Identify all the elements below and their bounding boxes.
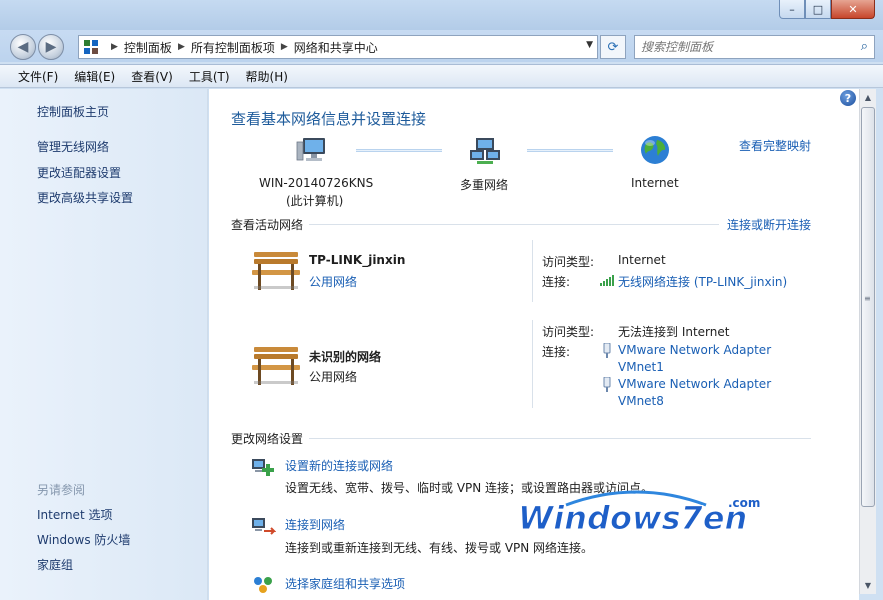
access-type-value: 无法连接到 Internet xyxy=(618,325,730,339)
scroll-grip-icon: ≡ xyxy=(864,294,871,303)
connection-label: 连接: xyxy=(542,345,571,359)
access-type-label: 访问类型: xyxy=(542,255,595,269)
menu-file[interactable]: 文件(F) xyxy=(10,68,66,85)
sidebar-advanced-sharing[interactable]: 更改高级共享设置 xyxy=(37,189,133,206)
minimize-button[interactable]: – xyxy=(779,0,805,19)
computer-sublabel: (此计算机) xyxy=(286,194,344,208)
breadcrumb-all-items[interactable]: 所有控制面板项 xyxy=(191,39,275,56)
scroll-up-icon[interactable]: ▲ xyxy=(860,89,876,106)
refresh-button[interactable]: ⟳ xyxy=(600,35,626,59)
network-adapter-icon xyxy=(603,343,611,358)
map-connector-line xyxy=(527,149,613,152)
back-arrow-icon: ◀ xyxy=(17,39,29,55)
connect-to-network-link[interactable]: 连接到网络 xyxy=(285,516,345,533)
network-type: 公用网络 xyxy=(309,370,358,384)
network-divider xyxy=(532,320,533,408)
access-type-value: Internet xyxy=(618,253,666,267)
search-box[interactable]: ⌕ xyxy=(634,35,875,59)
title-bar: – □ ✕ xyxy=(0,0,883,30)
connect-disconnect-link[interactable]: 连接或断开连接 xyxy=(727,216,811,233)
bench-icon xyxy=(252,252,300,290)
connect-network-icon xyxy=(252,518,276,535)
map-connector-line xyxy=(356,149,442,152)
svg-text:.com: .com xyxy=(728,496,760,510)
homegroup-sharing-link[interactable]: 选择家庭组和共享选项 xyxy=(285,575,405,592)
help-icon[interactable]: ? xyxy=(840,90,856,106)
menu-view[interactable]: 查看(V) xyxy=(123,68,181,85)
change-settings-heading: 更改网络设置 xyxy=(231,432,304,446)
search-icon[interactable]: ⌕ xyxy=(861,39,868,54)
vmnet8-adapter-link[interactable]: VMware Network Adapter xyxy=(618,377,771,391)
address-bar[interactable]: ▶ 控制面板 ▶ 所有控制面板项 ▶ 网络和共享中心 ▼ xyxy=(78,35,598,59)
close-button[interactable]: ✕ xyxy=(831,0,875,19)
breadcrumb-chevron-icon: ▶ xyxy=(280,42,288,52)
computer-name: WIN-20140726KNS xyxy=(259,176,374,190)
multiple-networks-icon xyxy=(470,138,500,164)
watermark-logo: Windows7en .com xyxy=(518,490,760,538)
search-input[interactable] xyxy=(635,36,845,58)
connection-label: 连接: xyxy=(542,275,571,289)
internet-label: Internet xyxy=(631,176,679,190)
menu-tools[interactable]: 工具(T) xyxy=(181,68,238,85)
network-adapter-icon xyxy=(603,377,611,392)
svg-text:Windows7en: Windows7en xyxy=(518,499,747,537)
network-name: 未识别的网络 xyxy=(309,350,382,364)
control-panel-icon xyxy=(84,40,98,54)
breadcrumb-network-center[interactable]: 网络和共享中心 xyxy=(294,39,378,56)
vmnet8-adapter-link-line2[interactable]: VMnet8 xyxy=(618,394,664,408)
setup-new-connection-link[interactable]: 设置新的连接或网络 xyxy=(285,457,393,474)
page-title: 查看基本网络信息并设置连接 xyxy=(231,110,427,128)
scroll-down-icon[interactable]: ▼ xyxy=(860,577,876,594)
maximize-button[interactable]: □ xyxy=(805,0,831,19)
vmnet1-adapter-link[interactable]: VMware Network Adapter xyxy=(618,343,771,357)
window-controls: – □ ✕ xyxy=(779,0,875,20)
vertical-scrollbar[interactable]: ▲ ≡ ▼ xyxy=(859,89,876,594)
wireless-connection-link[interactable]: 无线网络连接 (TP-LINK_jinxin) xyxy=(618,273,787,290)
sidebar-windows-firewall[interactable]: Windows 防火墙 xyxy=(37,531,130,548)
breadcrumb-chevron-icon: ▶ xyxy=(177,42,185,52)
sidebar-homegroup[interactable]: 家庭组 xyxy=(37,556,73,573)
new-connection-icon xyxy=(252,459,274,476)
breadcrumb-chevron-icon: ▶ xyxy=(111,42,118,52)
see-also-heading: 另请参阅 xyxy=(37,483,86,497)
forward-arrow-icon: ▶ xyxy=(45,39,57,55)
section-divider xyxy=(309,438,811,439)
sidebar-home-link[interactable]: 控制面板主页 xyxy=(37,103,109,120)
forward-button[interactable]: ▶ xyxy=(38,34,64,60)
address-row: ◀ ▶ ▶ 控制面板 ▶ 所有控制面板项 ▶ 网络和共享中心 ▼ ⟳ ⌕ xyxy=(0,30,883,62)
sidebar-internet-options[interactable]: Internet 选项 xyxy=(37,506,112,523)
multi-network-label: 多重网络 xyxy=(460,178,509,192)
homegroup-icon xyxy=(254,577,272,593)
view-full-map-link[interactable]: 查看完整映射 xyxy=(739,137,811,154)
internet-globe-icon xyxy=(641,136,669,164)
sidebar-manage-wireless[interactable]: 管理无线网络 xyxy=(37,138,109,155)
network-divider xyxy=(532,240,533,302)
address-dropdown-icon[interactable]: ▼ xyxy=(586,40,593,50)
scroll-thumb[interactable] xyxy=(861,107,875,507)
refresh-icon: ⟳ xyxy=(607,39,619,55)
bench-icon xyxy=(252,347,300,385)
computer-icon xyxy=(296,138,325,161)
access-type-label: 访问类型: xyxy=(542,325,595,339)
network-type-link[interactable]: 公用网络 xyxy=(309,273,357,290)
breadcrumb-control-panel[interactable]: 控制面板 xyxy=(124,39,172,56)
sidebar-change-adapter[interactable]: 更改适配器设置 xyxy=(37,164,121,181)
back-button[interactable]: ◀ xyxy=(10,34,36,60)
active-networks-heading: 查看活动网络 xyxy=(231,218,304,232)
network-name: TP-LINK_jinxin xyxy=(309,253,406,267)
wifi-signal-icon xyxy=(600,275,614,286)
menu-help[interactable]: 帮助(H) xyxy=(238,68,296,85)
vmnet1-adapter-link-line2[interactable]: VMnet1 xyxy=(618,360,664,374)
menu-bar: 文件(F) 编辑(E) 查看(V) 工具(T) 帮助(H) xyxy=(0,64,883,88)
section-divider xyxy=(309,224,719,225)
menu-edit[interactable]: 编辑(E) xyxy=(66,68,123,85)
